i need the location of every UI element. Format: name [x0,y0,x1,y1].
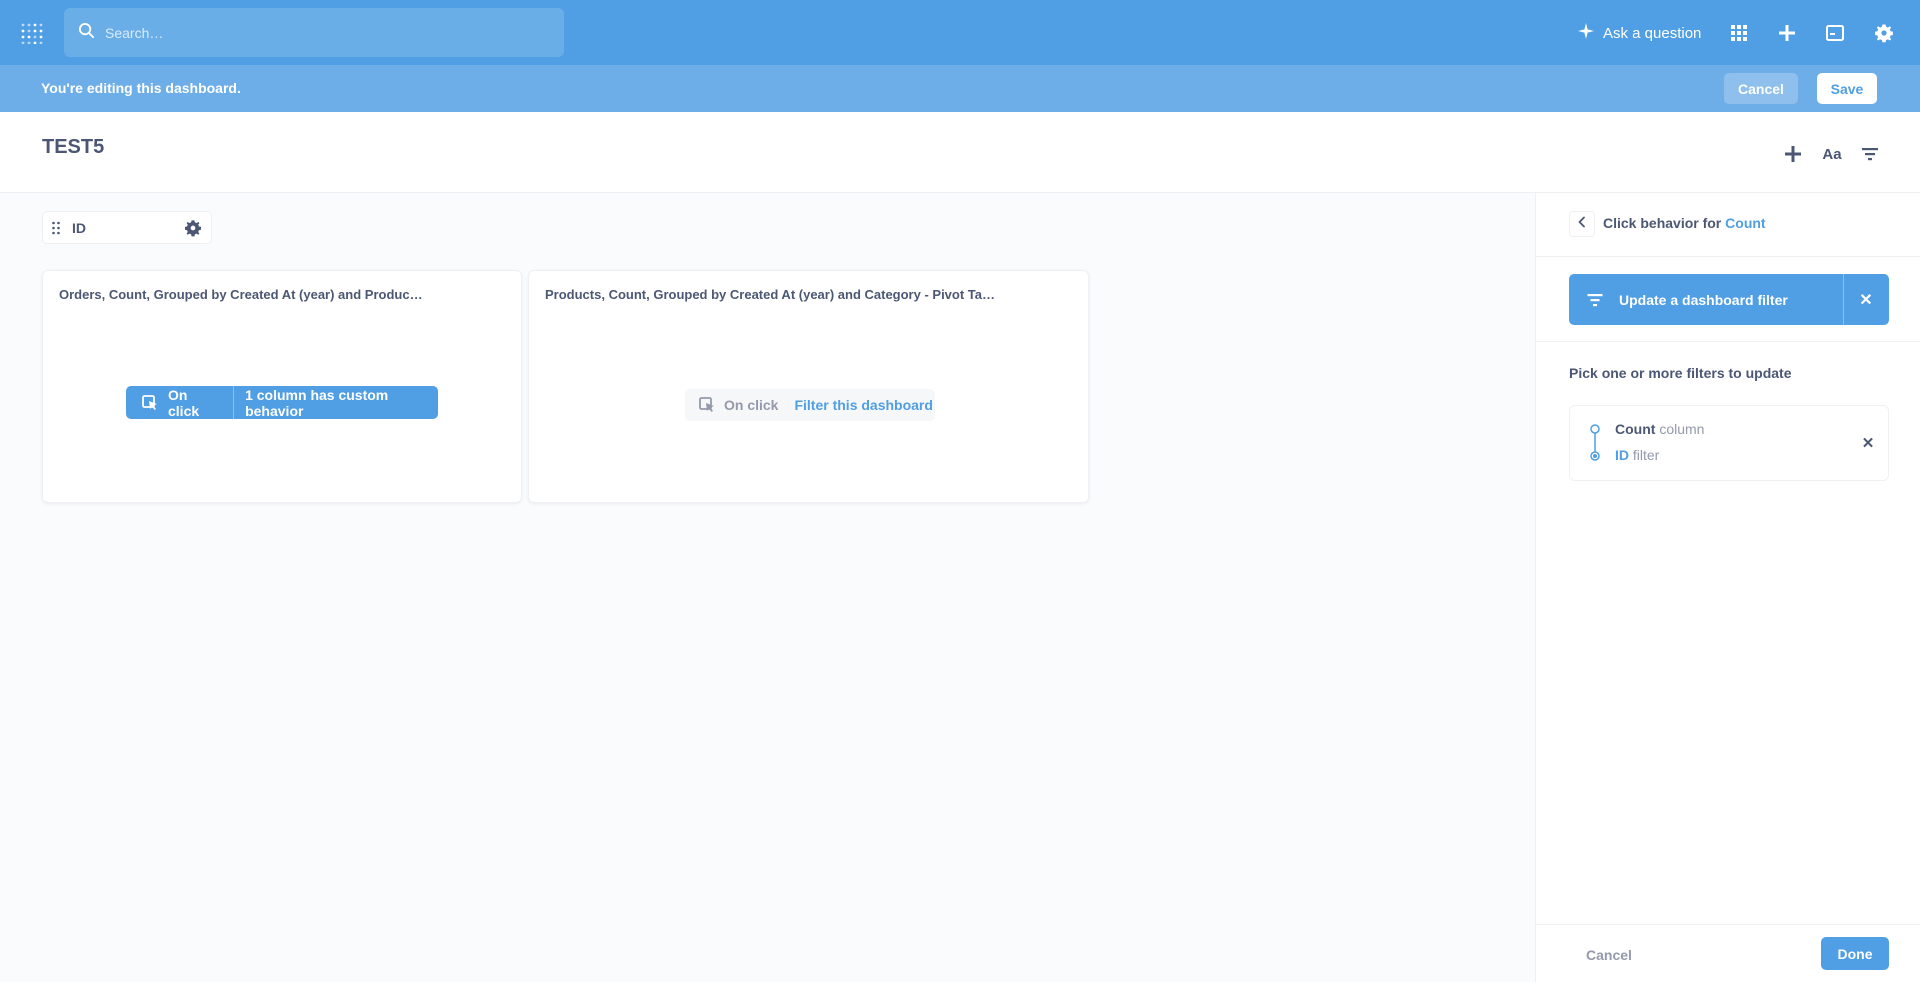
mapping-source: Count column [1615,421,1704,437]
grid-icon[interactable] [1728,22,1750,44]
dashboard-header: TEST5 Aa [0,112,1920,193]
chevron-left-icon [1576,215,1588,233]
remove-mapping-icon[interactable]: ✕ [1858,433,1878,453]
drag-handle-icon[interactable] [51,221,61,235]
selected-action-update-filter[interactable]: Update a dashboard filter ✕ [1569,274,1889,325]
click-behavior-sidebar: Click behavior for Count Update a dashbo… [1535,193,1920,982]
target-type: filter [1632,447,1660,463]
on-click-label: On click [168,386,200,419]
source-type: column [1659,421,1705,437]
click-behavior-value: Filter this dashboard [794,397,933,413]
sidebar-divider [1536,341,1920,342]
gear-icon[interactable] [1873,22,1895,44]
target-filter-name: ID [1615,447,1629,463]
action-label: Update a dashboard filter [1619,291,1788,308]
text-icon[interactable]: Aa [1820,142,1844,166]
click-behavior-button[interactable]: On click 1 column has custom behavior [126,386,438,419]
dashboard-card-products[interactable]: Products, Count, Grouped by Created At (… [528,270,1089,503]
cursor-click-icon [699,397,715,413]
sidebar-header: Click behavior for Count [1536,193,1920,257]
card-title: Products, Count, Grouped by Created At (… [545,287,995,302]
filter-label: ID [72,220,86,236]
mapping-target: ID filter [1615,447,1659,463]
close-icon[interactable]: ✕ [1855,289,1877,311]
action-divider [1843,274,1844,325]
done-button[interactable]: Done [1821,937,1889,970]
edit-mode-message: You're editing this dashboard. [41,80,241,96]
pill-divider [233,386,235,419]
ask-question-button[interactable]: Ask a question [1578,22,1701,44]
sparkle-icon [1578,23,1603,43]
logo-icon[interactable] [20,22,46,45]
search-bar[interactable] [64,8,564,57]
click-behavior-value: 1 column has custom behavior [245,386,389,419]
dashboard-card-orders[interactable]: Orders, Count, Grouped by Created At (ye… [42,270,522,503]
source-column-name: Count [1615,421,1656,437]
filter-settings-icon[interactable] [184,219,202,237]
sidebar-title: Click behavior for Count [1603,215,1766,231]
sidebar-cancel-button[interactable]: Cancel [1586,947,1632,963]
add-icon[interactable] [1781,142,1805,166]
terminal-icon[interactable] [1824,22,1846,44]
top-navbar: Ask a question [0,0,1920,65]
sidebar-title-column: Count [1725,215,1766,231]
click-behavior-button[interactable]: On click Filter this dashboard [685,389,935,421]
dashboard-title[interactable]: TEST5 [42,136,104,159]
cancel-editing-button[interactable]: Cancel [1724,73,1798,104]
sidebar-footer: Cancel Done [1536,924,1920,982]
search-icon [78,22,95,44]
connector-icon [1588,424,1602,462]
filter-icon[interactable] [1858,142,1882,166]
search-input[interactable] [105,24,525,41]
on-click-label: On click [724,397,779,413]
edit-mode-bar: You're editing this dashboard. Cancel Sa… [0,65,1920,112]
cursor-click-icon [142,394,158,411]
back-button[interactable] [1569,211,1595,237]
filter-icon [1586,291,1604,309]
pick-filters-label: Pick one or more filters to update [1569,365,1792,381]
filter-mapping-item[interactable]: Count column ID filter ✕ [1569,405,1889,481]
save-dashboard-button[interactable]: Save [1817,73,1877,104]
card-title: Orders, Count, Grouped by Created At (ye… [59,287,423,302]
plus-icon[interactable] [1776,22,1798,44]
sidebar-title-prefix: Click behavior for [1603,215,1722,231]
ask-question-label: Ask a question [1603,24,1702,42]
id-filter-widget[interactable]: ID [42,211,212,244]
